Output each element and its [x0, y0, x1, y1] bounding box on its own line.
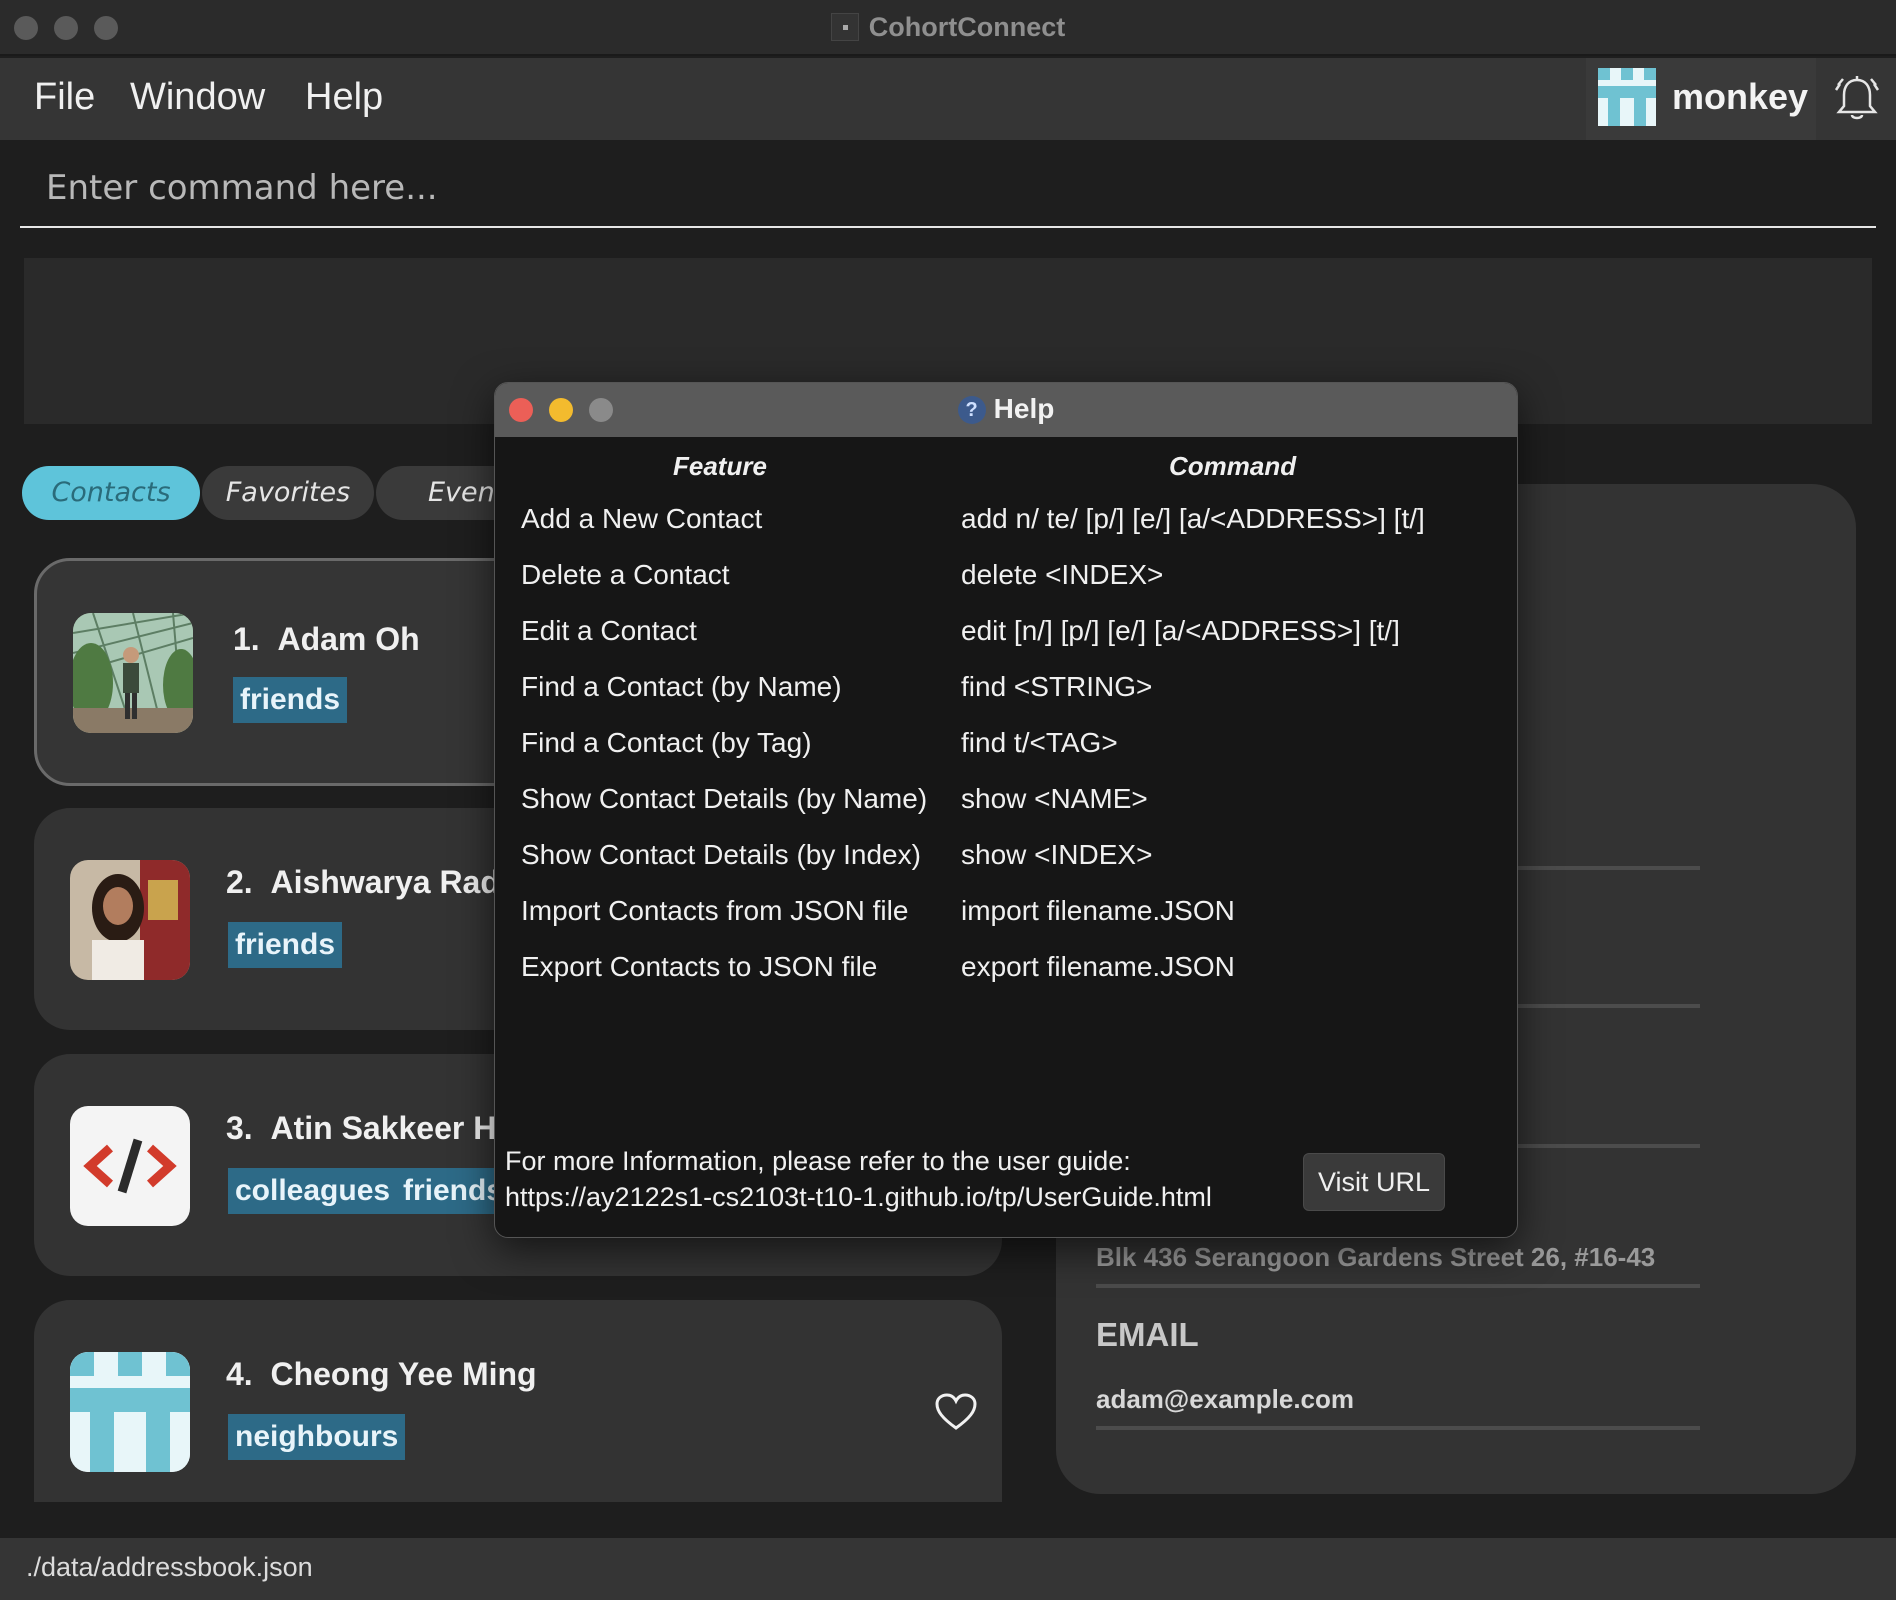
help-titlebar: ? Help [495, 383, 1517, 437]
tab-favorites[interactable]: Favorites [202, 466, 374, 520]
help-command: show <NAME> [961, 783, 1148, 814]
detail-email-label: EMAIL [1096, 1316, 1199, 1353]
user-guide-url: https://ay2122s1-cs2103t-t10-1.github.io… [505, 1182, 1212, 1212]
help-window: ? Help Feature Command Add a New Contact … [494, 382, 1518, 1238]
menu-window[interactable]: Window [130, 76, 265, 119]
help-command: find <STRING> [961, 671, 1153, 702]
detail-address: Blk 436 Serangoon Gardens Street 26, #16… [1096, 1242, 1656, 1272]
help-command: find t/<TAG> [961, 727, 1118, 758]
user-name: monkey [1672, 76, 1809, 117]
help-footer: For more Information, please refer to th… [505, 1143, 1212, 1215]
data-file-path: ./data/addressbook.json [26, 1552, 313, 1582]
bell-icon[interactable] [1834, 74, 1880, 124]
contact-card-4[interactable]: 4. Cheong Yee Ming neighbours [34, 1300, 1002, 1502]
user-profile[interactable]: monkey [1586, 58, 1816, 140]
help-command: import filename.JSON [961, 895, 1235, 926]
heart-icon[interactable] [934, 1392, 978, 1432]
detail-email: adam@example.com [1096, 1384, 1355, 1414]
menu-file[interactable]: File [34, 76, 95, 119]
visit-url-button[interactable]: Visit URL [1303, 1153, 1445, 1211]
help-feature: Edit a Contact [521, 615, 697, 646]
contact-name: 3. Atin Sakkeer Hu [226, 1110, 516, 1146]
command-column-header: Command [1169, 451, 1297, 481]
help-feature: Show Contact Details (by Name) [521, 783, 928, 814]
divider [1096, 1284, 1700, 1288]
tag-colleagues: colleagues [228, 1168, 398, 1214]
help-feature: Delete a Contact [521, 559, 730, 590]
tab-contacts[interactable]: Contacts [22, 466, 200, 520]
help-command: add n/ te/ [p/] [e/] [a/<ADDRESS>] [t/] [961, 503, 1425, 534]
menu-bar: File Window Help monkey [0, 58, 1896, 140]
help-title: ? Help [495, 393, 1517, 425]
help-feature: Show Contact Details (by Index) [521, 839, 921, 870]
contact-name: 2. Aishwarya Radh [226, 864, 520, 900]
help-feature: Import Contacts from JSON file [521, 895, 909, 926]
command-input[interactable] [20, 152, 1876, 224]
contact-photo [70, 1352, 190, 1472]
window-titlebar: CohortConnect [0, 0, 1896, 56]
question-icon: ? [957, 396, 986, 424]
user-avatar [1598, 68, 1656, 126]
tag-friends: friends [228, 922, 343, 968]
help-command: export filename.JSON [961, 951, 1235, 982]
tag-friends: friends [233, 677, 348, 723]
app-icon [830, 13, 859, 41]
help-footer-text: For more Information, please refer to th… [505, 1146, 1131, 1176]
help-command: delete <INDEX> [961, 559, 1164, 590]
help-feature: Export Contacts to JSON file [521, 951, 878, 982]
help-feature: Find a Contact (by Tag) [521, 727, 812, 758]
status-bar: ./data/addressbook.json [0, 1538, 1896, 1600]
divider [1096, 1426, 1700, 1430]
feature-column-header: Feature [673, 451, 767, 481]
command-box [20, 152, 1876, 228]
help-feature: Find a Contact (by Name) [521, 671, 842, 702]
help-command: edit [n/] [p/] [e/] [a/<ADDRESS>] [t/] [961, 615, 1400, 646]
contact-photo [73, 613, 193, 733]
contact-name: 1. Adam Oh [233, 621, 420, 657]
tag-neighbours: neighbours [228, 1414, 406, 1460]
help-command: show <INDEX> [961, 839, 1153, 870]
menu-help[interactable]: Help [305, 76, 383, 119]
code-icon [70, 1106, 190, 1226]
help-feature: Add a New Contact [521, 503, 763, 534]
window-title: CohortConnect [0, 12, 1896, 43]
tag-friends: friends [396, 1168, 511, 1214]
contact-photo [70, 860, 190, 980]
contact-name: 4. Cheong Yee Ming [226, 1356, 537, 1392]
